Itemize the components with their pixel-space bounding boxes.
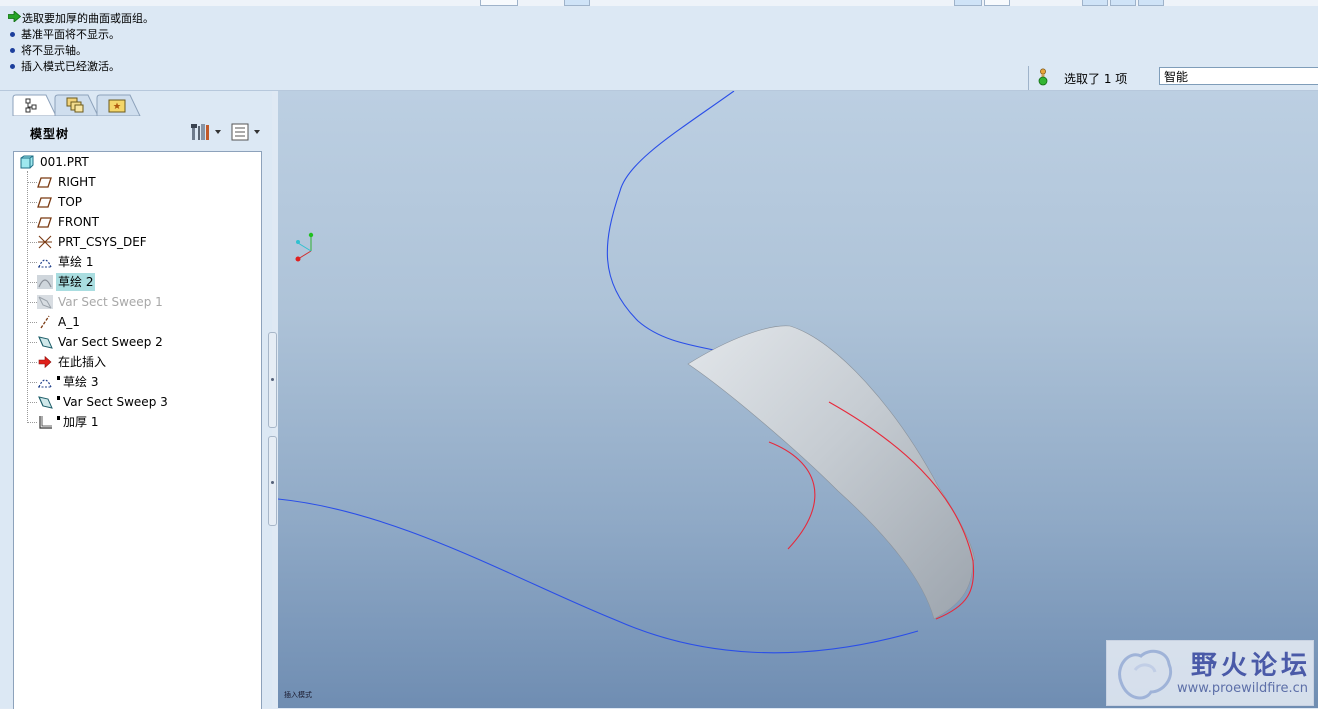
tree-settings-button[interactable] (190, 122, 224, 142)
tab-model-tree[interactable] (12, 94, 58, 116)
watermark-url: www.proewildfire.cn (1177, 681, 1308, 696)
message-area: 选取要加厚的曲面或面组。 基准平面将不显示。 将不显示轴。 插入模式已经激活。 … (0, 6, 1318, 91)
panel-splitter-handle[interactable] (268, 436, 277, 526)
tree-connector (28, 362, 37, 363)
graphics-viewport[interactable]: 插入模式 野火论坛 www.proewildfire.cn (278, 91, 1318, 708)
sketch-icon (37, 255, 53, 269)
tree-show-button[interactable] (230, 122, 266, 142)
watermark: 野火论坛 www.proewildfire.cn (1106, 640, 1314, 706)
tree-title: 模型树 (30, 127, 70, 141)
info-bullet-icon (10, 48, 15, 53)
message-info: 基准平面将不显示。 (8, 27, 120, 43)
sketch-icon (37, 375, 53, 389)
viewport-status-hint: 插入模式 (284, 691, 312, 699)
tree-connector (28, 242, 37, 243)
traffic-light-icon[interactable] (1037, 68, 1049, 89)
datum-plane-icon (37, 195, 53, 209)
info-bullet-icon (10, 64, 15, 69)
sweep-icon (37, 395, 53, 409)
grip-dot (271, 378, 274, 381)
grip-dot (271, 481, 274, 484)
favorites-icon (108, 99, 126, 113)
part-icon (19, 155, 35, 169)
tree-header: 模型树 (8, 117, 268, 147)
sweep-icon (37, 335, 53, 349)
selection-count: 选取了 1 项 (1064, 72, 1128, 86)
tree-connector (28, 202, 37, 203)
insert-here-icon (37, 355, 53, 369)
model-geometry (278, 91, 975, 654)
thicken-icon (37, 415, 53, 429)
navigator-panel: 模型树 001.PRT RIGHT TOP FRONT PRT_CSYS_DEF… (0, 91, 272, 709)
csys-triad-icon (295, 232, 314, 262)
chevron-down-icon (254, 130, 260, 134)
message-info: 插入模式已经激活。 (8, 59, 120, 75)
panel-splitter-handle[interactable] (268, 332, 277, 428)
tab-layers[interactable] (54, 94, 100, 116)
settings-tools-icon (191, 124, 221, 140)
sweep-icon (37, 295, 53, 309)
tree-connector (28, 342, 37, 343)
tree-connector (28, 282, 37, 283)
chevron-down-icon (215, 130, 221, 134)
datum-plane-icon (37, 215, 53, 229)
tree-connector (28, 262, 37, 263)
datum-axis-icon (37, 315, 53, 329)
blue-curve-upper (606, 91, 735, 354)
blue-curve-lower (278, 498, 919, 654)
tab-favorites[interactable] (96, 94, 142, 116)
tree-connector (28, 322, 37, 323)
tree-connector (28, 402, 37, 403)
tree-connector (28, 222, 37, 223)
green-arrow-icon (7, 10, 22, 27)
tree-connector (28, 422, 37, 423)
csys-icon (37, 235, 53, 249)
selection-filter-select[interactable]: 智能 (1159, 67, 1318, 85)
divider (1028, 66, 1029, 90)
inserted-mark (57, 376, 60, 380)
inserted-mark (57, 416, 60, 420)
tree-connector (28, 382, 37, 383)
swept-surface (687, 325, 975, 620)
watermark-logo-icon (1118, 649, 1172, 700)
tree-connector (28, 182, 37, 183)
message-info: 将不显示轴。 (8, 43, 87, 59)
model-tree: 001.PRT RIGHT TOP FRONT PRT_CSYS_DEF 草绘 … (13, 151, 262, 709)
watermark-title: 野火论坛 (1191, 651, 1312, 681)
message-prompt: 选取要加厚的曲面或面组。 (7, 10, 154, 27)
sketch-icon (37, 275, 53, 289)
tree-connector (27, 171, 28, 423)
tree-connector (28, 302, 37, 303)
inserted-mark (57, 396, 60, 400)
show-list-icon (231, 123, 260, 141)
info-bullet-icon (10, 32, 15, 37)
datum-plane-icon (37, 175, 53, 189)
